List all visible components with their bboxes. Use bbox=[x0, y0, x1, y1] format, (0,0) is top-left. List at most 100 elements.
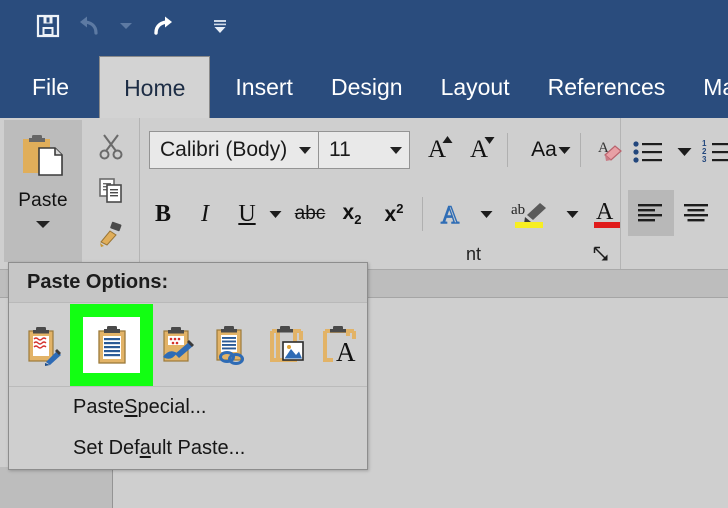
font-group: Calibri (Body) 11 A A Aa A B I U abc x2 … bbox=[141, 118, 648, 269]
paste-icon bbox=[23, 135, 63, 176]
tab-layout[interactable]: Layout bbox=[422, 56, 529, 118]
paste-button[interactable]: Paste bbox=[4, 120, 82, 262]
paragraph-row-bottom bbox=[628, 190, 728, 236]
svg-text:3: 3 bbox=[702, 155, 707, 164]
font-name-combo[interactable]: Calibri (Body) bbox=[149, 131, 319, 169]
divider bbox=[507, 133, 508, 167]
text-effects-dropdown-button[interactable] bbox=[472, 192, 500, 236]
paste-special-accel: S bbox=[124, 396, 138, 418]
paste-use-destination-theme-icon[interactable] bbox=[153, 314, 206, 376]
undo-icon[interactable] bbox=[76, 12, 104, 40]
align-center-button[interactable] bbox=[674, 190, 720, 236]
paste-picture-icon[interactable] bbox=[260, 314, 313, 376]
paste-options-header: Paste Options: bbox=[9, 263, 367, 303]
superscript-button[interactable]: x2 bbox=[373, 192, 415, 236]
set-default-paste-item[interactable]: Set Def a ult Paste... bbox=[9, 428, 367, 469]
copy-icon bbox=[99, 178, 122, 203]
save-icon[interactable] bbox=[34, 12, 62, 40]
font-color-icon: A bbox=[594, 199, 620, 228]
strikethrough-button[interactable]: abc bbox=[289, 192, 331, 236]
font-name-value: Calibri (Body) bbox=[160, 138, 288, 161]
cut-button[interactable] bbox=[86, 124, 136, 168]
grow-font-button[interactable]: A bbox=[416, 128, 458, 172]
paste-special-pre: Paste bbox=[73, 396, 125, 418]
format-painter-icon bbox=[100, 221, 122, 247]
strikethrough-icon: abc bbox=[294, 203, 326, 224]
bold-button[interactable]: B bbox=[149, 192, 177, 236]
bold-icon: B bbox=[154, 200, 171, 227]
font-dialog-launcher[interactable] bbox=[593, 246, 610, 268]
font-row-bottom: B I U abc x2 x2 A ab A bbox=[149, 192, 656, 236]
numbering-button[interactable]: 1 2 3 bbox=[698, 130, 728, 174]
ribbon-body: Paste Calibri (Body) 11 A A Aa A B I U a… bbox=[0, 118, 728, 270]
tab-home[interactable]: Home bbox=[99, 56, 211, 118]
svg-text:ab: ab bbox=[511, 202, 525, 218]
superscript-icon: x2 bbox=[384, 201, 404, 226]
tab-mailings[interactable]: Ma bbox=[684, 56, 728, 118]
format-painter-button[interactable] bbox=[86, 212, 136, 256]
font-size-combo[interactable]: 11 bbox=[318, 131, 410, 169]
subscript-button[interactable]: x2 bbox=[331, 192, 373, 236]
svg-text:A: A bbox=[441, 202, 459, 229]
left-margin-band bbox=[0, 467, 113, 508]
tab-design[interactable]: Design bbox=[312, 56, 422, 118]
text-highlight-color-button[interactable]: ab bbox=[500, 192, 558, 236]
chevron-down-icon bbox=[566, 211, 578, 218]
paste-special-item[interactable]: Paste Special... bbox=[9, 387, 367, 428]
paste-keep-source-formatting-icon[interactable] bbox=[17, 314, 70, 376]
text-effects-icon: A bbox=[440, 201, 459, 229]
clear-formatting-icon: A bbox=[598, 140, 622, 161]
paste-keep-text-link-icon[interactable] bbox=[207, 314, 260, 376]
align-right-button[interactable] bbox=[720, 190, 728, 236]
paste-special-post: pecial... bbox=[137, 396, 207, 418]
tab-insert[interactable]: Insert bbox=[216, 56, 312, 118]
font-size-value: 11 bbox=[329, 138, 351, 161]
paste-options-popup: Paste Options: A Paste S pecial... Set D… bbox=[8, 262, 368, 470]
chevron-down-icon bbox=[480, 211, 492, 218]
copy-button[interactable] bbox=[86, 168, 136, 212]
paragraph-row-top: 1 2 3 bbox=[628, 130, 728, 174]
divider bbox=[422, 197, 423, 231]
chevron-down-icon bbox=[269, 211, 281, 218]
numbering-icon: 1 2 3 bbox=[702, 139, 728, 164]
subscript-icon: x2 bbox=[342, 200, 362, 228]
paste-dropdown-caret[interactable] bbox=[35, 216, 51, 234]
tab-file[interactable]: File bbox=[0, 56, 93, 118]
bullets-button[interactable] bbox=[628, 130, 670, 174]
text-effects-button[interactable]: A bbox=[430, 192, 472, 236]
change-case-button[interactable]: Aa bbox=[515, 128, 573, 172]
chevron-down-icon bbox=[677, 148, 691, 156]
quick-access-toolbar bbox=[34, 12, 234, 40]
bullets-dropdown-button[interactable] bbox=[670, 130, 698, 174]
italic-button[interactable]: I bbox=[191, 192, 219, 236]
tab-references[interactable]: References bbox=[529, 56, 685, 118]
change-case-icon: Aa bbox=[531, 138, 557, 161]
text-highlight-dropdown-button[interactable] bbox=[558, 192, 586, 236]
clipboard-small-buttons bbox=[86, 124, 136, 256]
paste-options-title: Paste Options: bbox=[27, 271, 169, 293]
underline-button[interactable]: U bbox=[233, 192, 261, 236]
text-highlight-color-icon: ab bbox=[511, 202, 546, 228]
paste-text-only-icon[interactable]: A bbox=[314, 314, 367, 376]
redo-icon[interactable] bbox=[148, 12, 176, 40]
svg-text:A: A bbox=[336, 337, 356, 366]
ribbon-tabs: File Home Insert Design Layout Reference… bbox=[0, 56, 728, 118]
paste-merge-formatting-icon[interactable] bbox=[70, 303, 154, 386]
divider bbox=[580, 133, 581, 167]
clipboard-group: Paste bbox=[0, 118, 140, 269]
chevron-down-icon[interactable] bbox=[298, 146, 312, 155]
ribbon-tab-strip: File Home Insert Design Layout Reference… bbox=[0, 56, 728, 118]
set-default-paste-pre: Set Def bbox=[73, 437, 140, 459]
title-bar bbox=[0, 0, 728, 56]
set-default-paste-accel: a bbox=[139, 437, 151, 459]
underline-dropdown-button[interactable] bbox=[261, 192, 289, 236]
shrink-font-button[interactable]: A bbox=[458, 128, 500, 172]
undo-dropdown-icon[interactable] bbox=[118, 12, 134, 40]
bullets-icon bbox=[633, 141, 662, 163]
set-default-paste-post: ult Paste... bbox=[150, 437, 246, 459]
chevron-down-icon[interactable] bbox=[389, 146, 403, 155]
paste-options-icon-row: A bbox=[9, 303, 367, 387]
customize-qat-icon[interactable] bbox=[206, 12, 234, 40]
font-row-top: Calibri (Body) 11 A A Aa A bbox=[149, 128, 630, 172]
align-left-button[interactable] bbox=[628, 190, 674, 236]
